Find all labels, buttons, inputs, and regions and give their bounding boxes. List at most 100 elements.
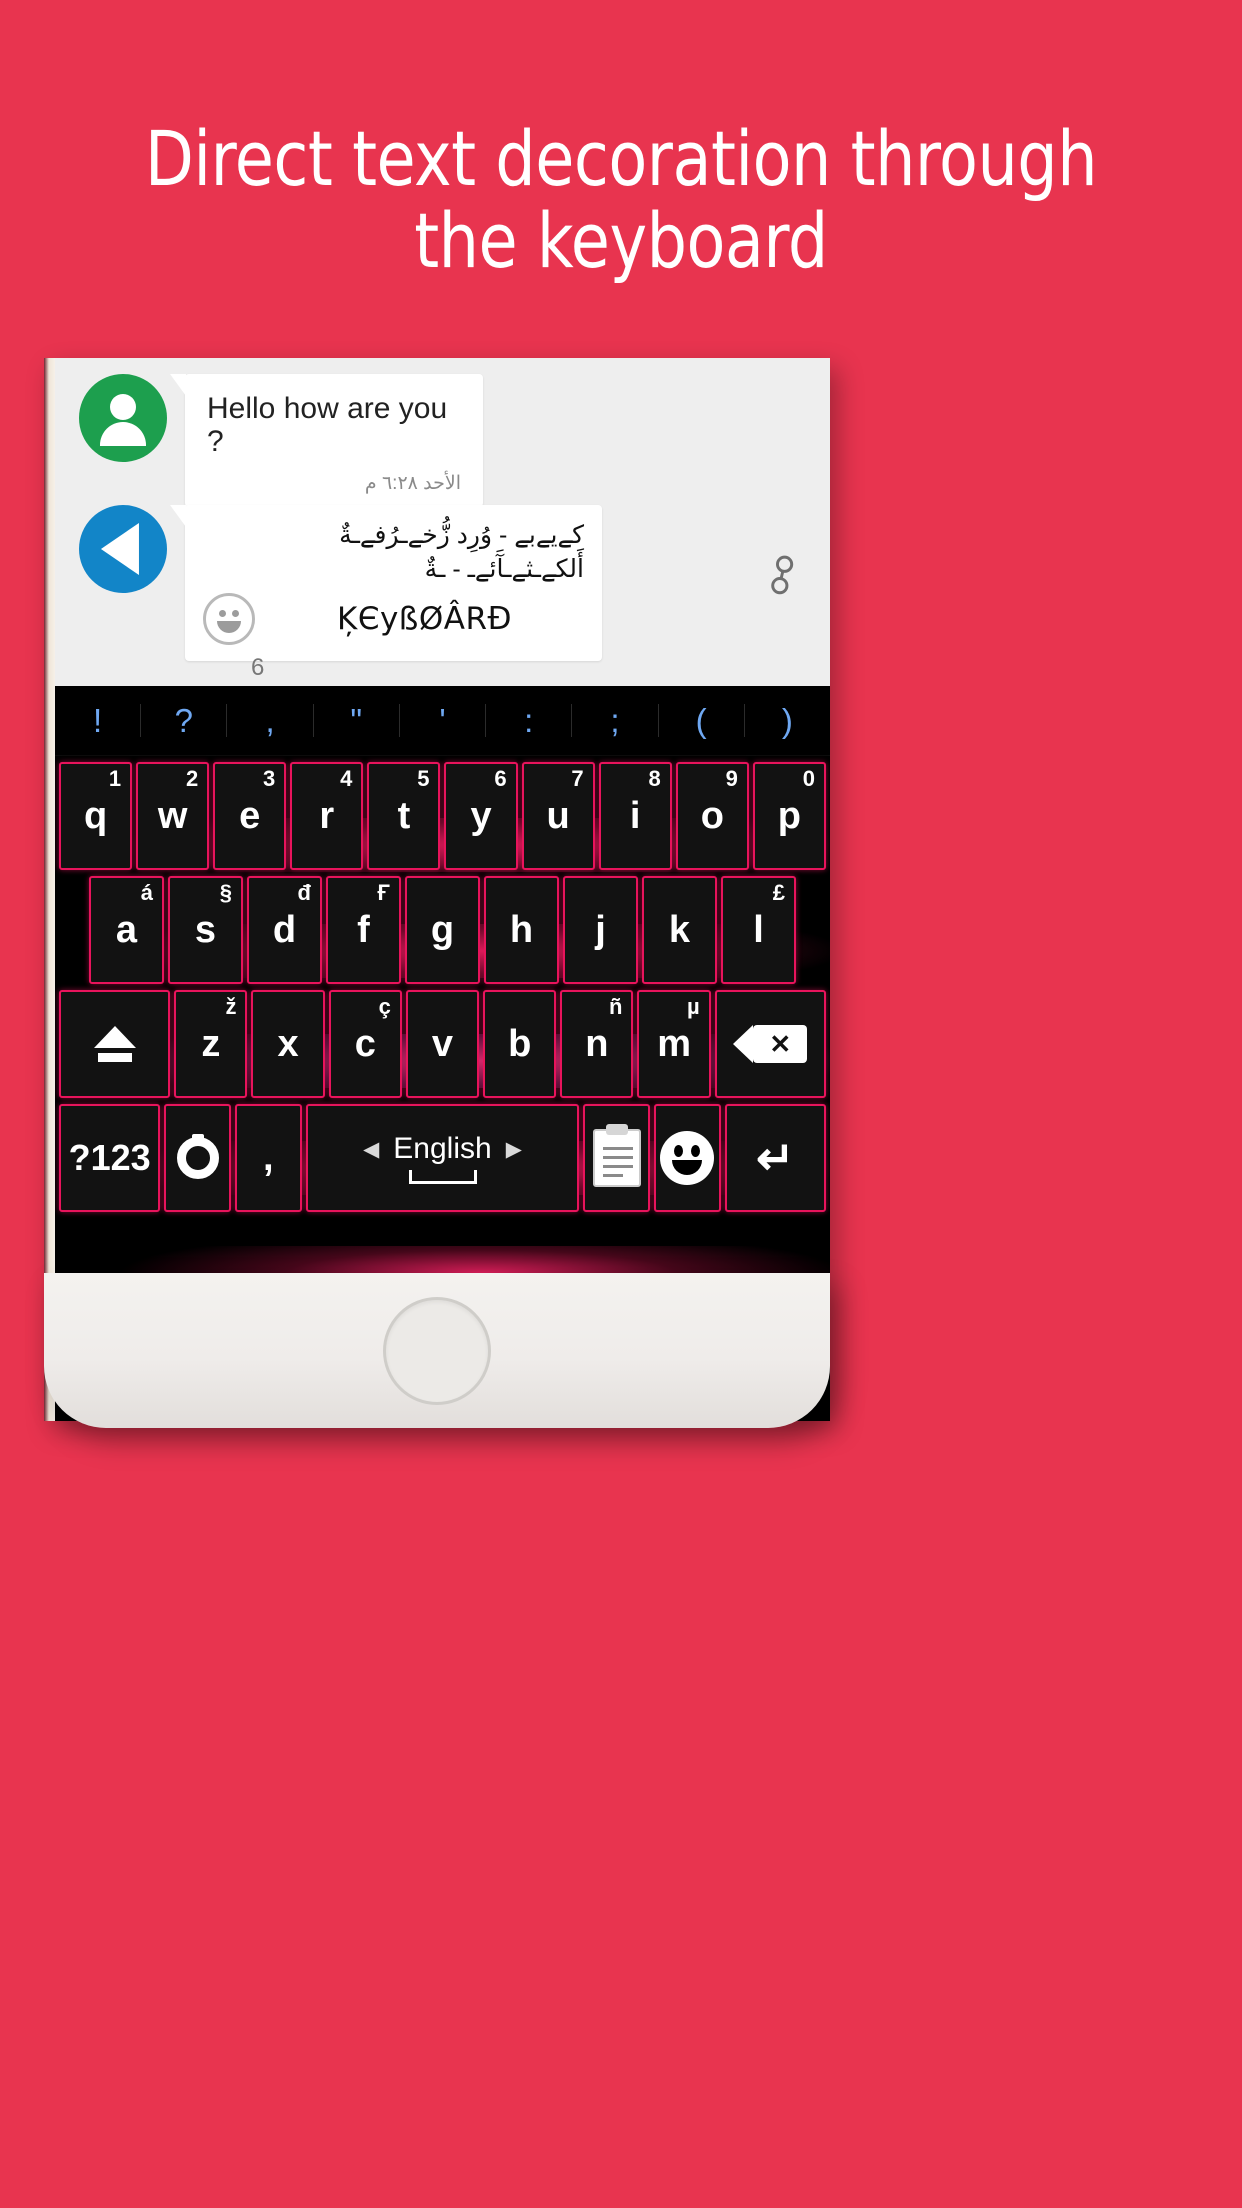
- chat-message-compose: کےیےبے - وُرِد زُّخےـرُفےـةٌ أَلکےـثےـآَ…: [79, 505, 602, 661]
- clipboard-icon: [592, 1129, 641, 1187]
- person-icon-body: [100, 422, 146, 446]
- key-t[interactable]: 5t: [367, 762, 441, 870]
- chat-message-incoming: Hello how are you ? الأحد ٦:٢٨ م: [79, 374, 483, 507]
- key-m[interactable]: µm: [637, 990, 711, 1098]
- symbols-key[interactable]: ?123: [59, 1104, 161, 1212]
- key-label: u: [546, 794, 570, 837]
- key-label: p: [777, 794, 801, 837]
- key-superscript: Ғ: [377, 880, 390, 905]
- phone-screen: Hello how are you ? الأحد ٦:٢٨ م کےیےبے …: [55, 358, 830, 1421]
- key-label: w: [157, 794, 188, 837]
- space-key[interactable]: ◀ English ▶: [305, 1104, 580, 1212]
- clipboard-key[interactable]: [583, 1104, 651, 1212]
- key-l[interactable]: £ l: [721, 876, 796, 984]
- home-button[interactable]: [383, 1297, 491, 1405]
- key-g[interactable]: g: [405, 876, 480, 984]
- prev-language-arrow[interactable]: ◀: [363, 1137, 379, 1162]
- backspace-key[interactable]: ✕: [714, 990, 826, 1098]
- emoji-eye-right: [232, 609, 239, 617]
- decorated-text-line-2: أَلکےـثےـآَئےـ - ـةٌ: [424, 554, 584, 583]
- key-superscript: 9: [725, 766, 738, 791]
- punct-key[interactable]: !: [55, 704, 142, 737]
- smiley-mouth: [672, 1160, 703, 1175]
- key-k[interactable]: k: [642, 876, 717, 984]
- enter-key[interactable]: ↵: [724, 1104, 826, 1212]
- key-e[interactable]: 3e: [213, 762, 287, 870]
- smiley-icon: [660, 1131, 715, 1185]
- key-c[interactable]: çc: [328, 990, 402, 1098]
- symbols-label: ?123: [68, 1137, 151, 1178]
- key-u[interactable]: 7u: [521, 762, 595, 870]
- key-z[interactable]: žz: [174, 990, 248, 1098]
- punct-key[interactable]: (: [659, 704, 745, 737]
- punct-key[interactable]: ': [400, 704, 487, 737]
- key-superscript: đ: [297, 880, 311, 905]
- key-a[interactable]: áa: [89, 876, 164, 984]
- punct-key[interactable]: ": [314, 704, 400, 737]
- settings-key[interactable]: [164, 1104, 231, 1212]
- key-label: k: [668, 908, 691, 951]
- key-w[interactable]: 2w: [136, 762, 210, 870]
- key-superscript: á: [140, 880, 153, 905]
- keyboard-row-1: 1q 2w 3e 4r 5t 6y 7u 8i 9o 0p: [55, 762, 830, 870]
- key-label: e: [239, 794, 261, 837]
- next-language-arrow[interactable]: ▶: [506, 1137, 522, 1162]
- key-label: q: [83, 794, 108, 837]
- emoji-key[interactable]: [654, 1104, 721, 1212]
- message-timestamp: الأحد ٦:٢٨ م: [364, 473, 461, 494]
- clipboard-line: [602, 1165, 633, 1168]
- key-v[interactable]: v: [405, 990, 480, 1098]
- key-r[interactable]: 4r: [290, 762, 364, 870]
- emoji-eye-left: [219, 609, 226, 617]
- key-label: a: [115, 908, 138, 951]
- key-f[interactable]: Ғf: [326, 876, 401, 984]
- key-label: o: [700, 794, 724, 837]
- styled-word: ĶЄyßØÂRĐ: [336, 600, 512, 637]
- emoji-mouth: [217, 620, 241, 633]
- key-d[interactable]: đd: [247, 876, 322, 984]
- key-label: r: [319, 794, 335, 837]
- punctuation-strip: ! ? , " ' : ; ( ): [55, 686, 830, 756]
- punct-key[interactable]: ;: [572, 704, 659, 737]
- compose-bubble[interactable]: کےیےبے - وُرِد زُّخےـرُفےـةٌ أَلکےـثےـآَ…: [170, 505, 602, 661]
- key-i[interactable]: 8i: [598, 762, 672, 870]
- key-label: b: [508, 1022, 532, 1065]
- key-superscript: ž: [225, 994, 237, 1019]
- key-label: c: [354, 1022, 376, 1065]
- space-language-switcher: ◀ English ▶: [363, 1132, 522, 1166]
- punct-key[interactable]: ,: [227, 704, 314, 737]
- backspace-icon: ✕: [733, 1025, 808, 1063]
- comma-label: ,: [263, 1136, 274, 1179]
- person-icon-head: [110, 394, 136, 420]
- key-superscript: 3: [263, 766, 276, 791]
- key-x[interactable]: x: [251, 990, 325, 1098]
- key-j[interactable]: j: [563, 876, 638, 984]
- key-superscript: 5: [417, 766, 430, 791]
- key-s[interactable]: § s: [168, 876, 243, 984]
- key-o[interactable]: 9o: [675, 762, 749, 870]
- send-button[interactable]: [79, 505, 167, 593]
- key-b[interactable]: b: [483, 990, 557, 1098]
- shift-key[interactable]: [59, 990, 171, 1098]
- emoji-icon[interactable]: [203, 592, 255, 645]
- key-label: g: [430, 908, 455, 951]
- punct-key[interactable]: :: [486, 704, 573, 737]
- punct-key[interactable]: ?: [141, 704, 228, 737]
- contact-avatar[interactable]: [79, 374, 167, 462]
- keyboard-row-2: áa § s đd Ғf g h j k £ l: [55, 876, 830, 984]
- punct-key[interactable]: ): [745, 704, 830, 737]
- character-count: 6: [251, 654, 265, 681]
- key-label: i: [629, 794, 641, 837]
- smiley-eye-left: [674, 1145, 684, 1157]
- key-h[interactable]: h: [484, 876, 559, 984]
- comma-key[interactable]: ,: [234, 1104, 302, 1212]
- paperclip-icon[interactable]: ☍: [753, 545, 814, 606]
- key-n[interactable]: ñn: [560, 990, 634, 1098]
- backspace-x: ✕: [753, 1025, 808, 1063]
- key-superscript: 7: [571, 766, 584, 791]
- shift-arrow-icon: [93, 1026, 136, 1062]
- decorated-text: کےیےبے - وُرِد زُّخےـرُفےـةٌ أَلکےـثےـآَ…: [203, 519, 584, 587]
- key-p[interactable]: 0p: [752, 762, 826, 870]
- key-y[interactable]: 6y: [444, 762, 518, 870]
- key-q[interactable]: 1q: [59, 762, 133, 870]
